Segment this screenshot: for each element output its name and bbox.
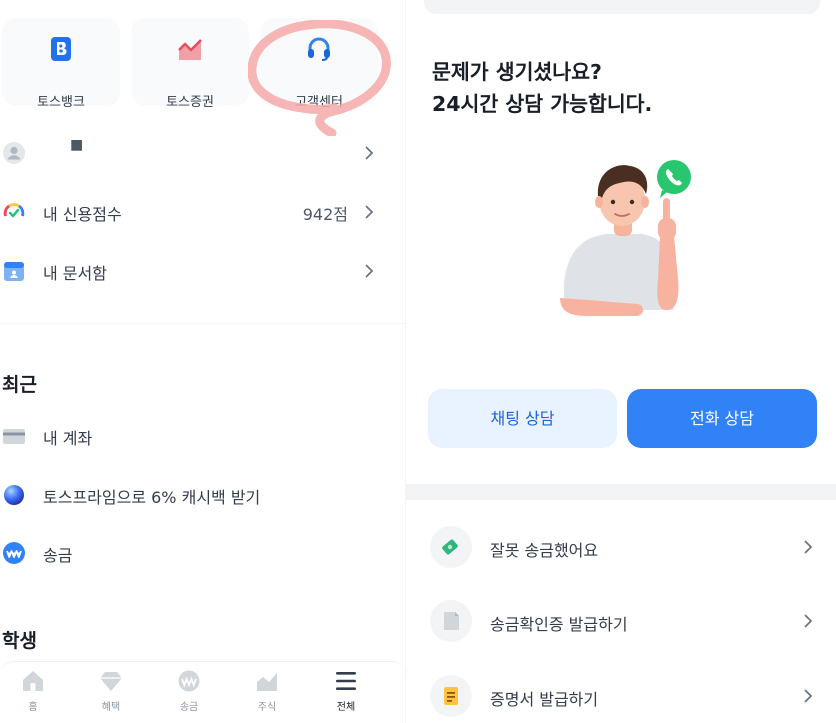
tab-stock[interactable]: 주식	[237, 670, 297, 718]
credit-score-value: 942점	[302, 205, 348, 224]
recent-section-title: 최근	[2, 374, 37, 396]
tab-transfer[interactable]: 송금	[159, 670, 219, 718]
receipt-icon	[444, 612, 459, 630]
stock-icon	[257, 673, 277, 691]
help-item-label: 증명서 발급하기	[490, 690, 599, 709]
document-box-row[interactable]: 내 문서함	[0, 251, 400, 291]
prime-orb-icon	[4, 485, 24, 505]
section-band	[406, 484, 836, 500]
menu-icon	[336, 672, 356, 690]
tab-label: 홈	[28, 702, 38, 713]
tab-label: 전체	[336, 702, 356, 713]
home-icon	[23, 671, 43, 691]
chat-consultation-button[interactable]: 채팅 상담	[428, 389, 617, 448]
tile-label: 토스뱅크	[37, 95, 85, 110]
avatar-icon	[3, 142, 25, 164]
student-section-title: 학생	[2, 630, 37, 652]
toss-bank-tile[interactable]: 토스뱅크	[2, 18, 120, 110]
help-item-label: 송금확인증 발급하기	[490, 615, 628, 634]
credit-gauge-icon	[3, 203, 25, 218]
recent-item-transfer[interactable]: 송금	[0, 533, 400, 573]
profile-row[interactable]: ■	[0, 133, 400, 173]
customer-center-screen: 문제가 생기셨나요? 24시간 상담 가능합니다. 채팅 상담 전화 상담 잘못…	[406, 0, 836, 723]
help-item-label: 잘못 송금했어요	[490, 541, 599, 560]
help-item-certificate[interactable]: 증명서 발급하기	[406, 671, 836, 721]
wrong-transfer-icon	[442, 539, 458, 555]
toss-securities-tile[interactable]: 토스증권	[131, 18, 249, 110]
top-search-bar[interactable]	[424, 0, 820, 14]
headline-line2: 24시간 상담 가능합니다.	[432, 92, 653, 116]
recent-item-label: 토스프라임으로 6% 캐시백 받기	[43, 488, 261, 507]
document-box-icon	[4, 262, 24, 281]
card-icon	[3, 429, 25, 444]
icon-circle	[430, 600, 472, 642]
chevron-right-icon	[365, 146, 374, 160]
recent-item-label: 송금	[43, 546, 73, 565]
tab-label: 송금	[179, 702, 199, 713]
counselor-illustration	[560, 160, 691, 316]
recent-item-toss-prime[interactable]: 토스프라임으로 6% 캐시백 받기	[0, 475, 400, 515]
document-box-label: 내 문서함	[43, 264, 107, 283]
headline-line1: 문제가 생기셨나요?	[432, 60, 602, 84]
toss-bank-icon	[51, 37, 71, 61]
phone-consultation-button[interactable]: 전화 상담	[627, 389, 817, 448]
benefit-icon	[100, 672, 122, 691]
tab-label: 주식	[257, 702, 277, 713]
transfer-icon	[3, 542, 25, 564]
bottom-tab-bar: 홈 혜택 송금 주식 전체	[0, 661, 405, 723]
recent-item-my-account[interactable]: 내 계좌	[0, 416, 400, 456]
credit-score-row[interactable]: 내 신용점수 942점	[0, 192, 400, 232]
chevron-right-icon	[365, 205, 374, 219]
icon-circle	[430, 675, 472, 717]
help-item-transfer-receipt[interactable]: 송금확인증 발급하기	[406, 596, 836, 646]
chevron-right-icon	[804, 614, 813, 628]
tab-home[interactable]: 홈	[3, 670, 63, 718]
icon-circle	[430, 526, 472, 568]
credit-score-label: 내 신용점수	[43, 205, 122, 224]
tab-label: 혜택	[101, 702, 121, 713]
toss-securities-icon	[178, 39, 202, 60]
profile-name: ■	[70, 137, 84, 153]
tab-benefit[interactable]: 혜택	[81, 670, 141, 718]
chevron-right-icon	[804, 540, 813, 554]
tab-all[interactable]: 전체	[316, 670, 376, 718]
chevron-right-icon	[804, 689, 813, 703]
all-menu-screen: 토스뱅크 토스증권 고객센터 ■ 내 신용점수 942점 내 문서함 최근 내 …	[0, 0, 405, 723]
recent-item-label: 내 계좌	[43, 429, 93, 448]
transfer-icon	[178, 670, 200, 692]
help-item-wrong-transfer[interactable]: 잘못 송금했어요	[406, 522, 836, 572]
highlight-circle-annotation	[248, 20, 391, 136]
chevron-right-icon	[365, 264, 374, 278]
certificate-icon	[444, 687, 458, 705]
tile-label: 토스증권	[166, 95, 214, 110]
headline: 문제가 생기셨나요? 24시간 상담 가능합니다.	[432, 56, 652, 120]
section-divider	[0, 323, 405, 324]
